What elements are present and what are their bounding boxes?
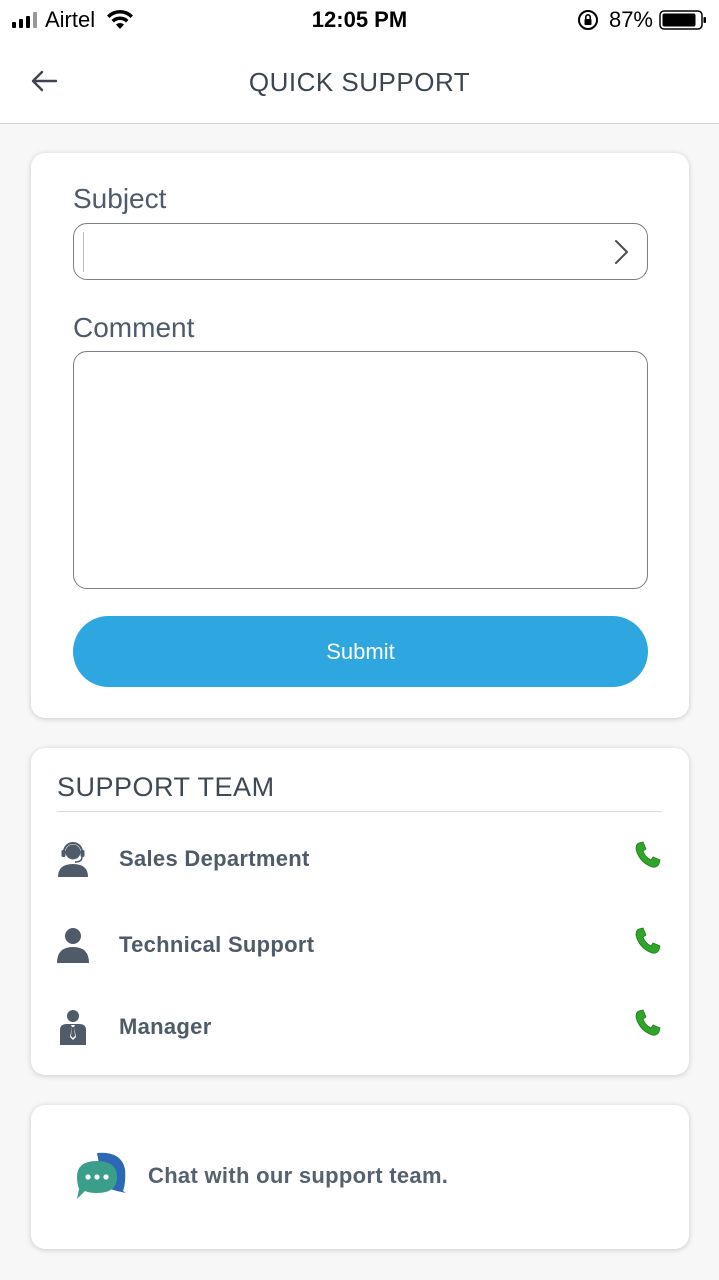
divider [57,811,662,812]
team-row-sales[interactable]: Sales Department [31,830,689,890]
team-member-label: Manager [119,1014,212,1039]
status-bar: Airtel 12:05 PM 87% [0,0,719,40]
headset-agent-icon [58,842,88,877]
rotation-lock-icon [577,10,598,30]
page-title: QUICK SUPPORT [248,67,471,97]
battery-percent: 87% [608,7,653,32]
subject-select[interactable] [73,223,648,280]
chat-bubbles-icon [77,1152,126,1199]
support-team-card: SUPPORT TEAM Sales Department Technical … [31,748,689,1075]
team-row-manager[interactable]: Manager [31,998,689,1058]
status-right: 87% [577,7,707,33]
subject-label: Subject [73,183,167,214]
text-cursor [83,232,84,272]
phone-icon[interactable] [633,926,663,956]
phone-icon[interactable] [633,840,663,870]
team-member-label: Sales Department [119,846,310,871]
team-row-technical[interactable]: Technical Support [31,916,689,976]
person-icon [57,928,89,963]
chat-link[interactable]: Chat with our support team. [148,1163,448,1189]
chat-card[interactable]: Chat with our support team. [31,1105,689,1249]
support-team-title: SUPPORT TEAM [57,772,275,802]
comment-textarea[interactable] [73,351,648,589]
support-form-card: Subject Comment Submit [31,153,689,718]
phone-icon[interactable] [633,1008,663,1038]
submit-button[interactable]: Submit [73,616,648,687]
comment-label: Comment [73,312,195,343]
person-tie-icon [60,1010,86,1045]
chevron-right-icon [615,240,628,264]
battery-icon [659,10,706,30]
app-header: QUICK SUPPORT [0,40,719,124]
team-member-label: Technical Support [119,932,315,957]
